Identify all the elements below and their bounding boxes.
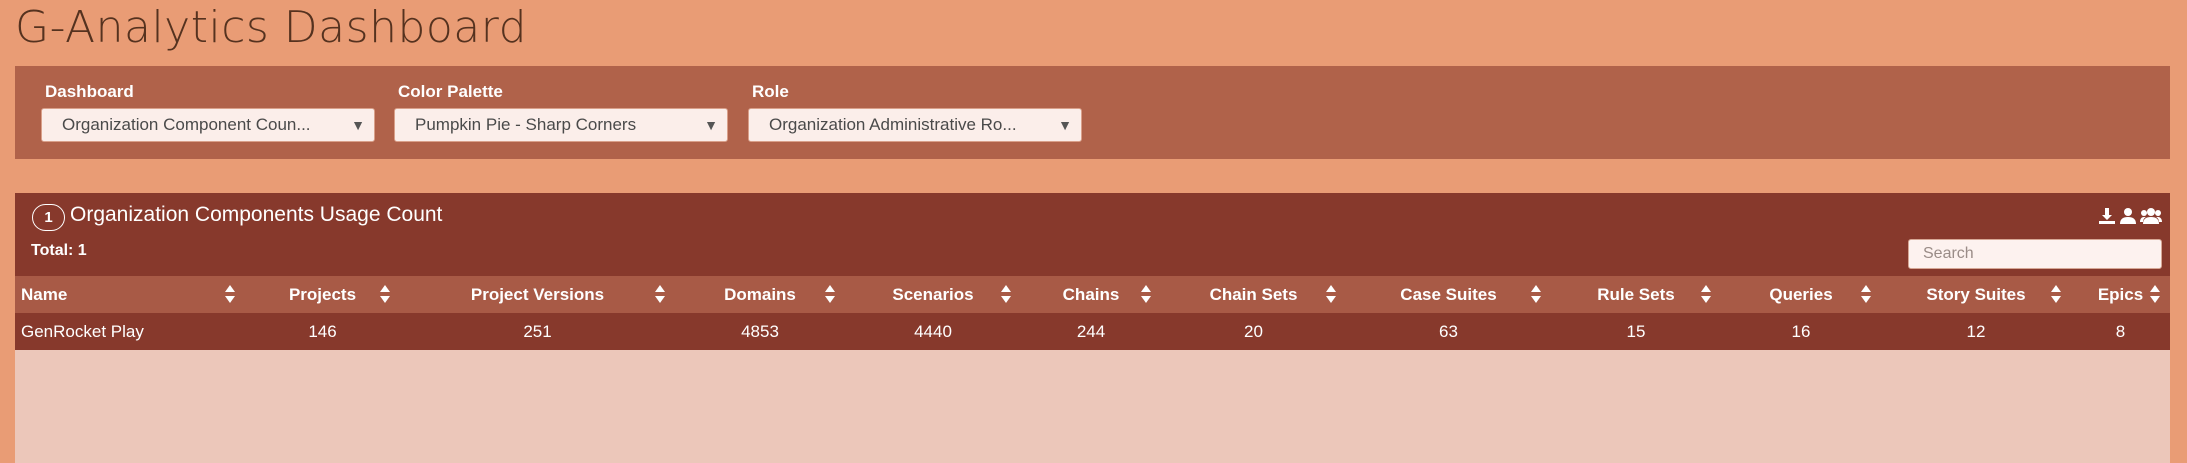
page-title: G-Analytics Dashboard xyxy=(15,2,528,53)
column-header-label: Scenarios xyxy=(892,284,974,304)
role-select-value: Organization Administrative Ro... xyxy=(769,115,1017,134)
usage-table: Name Projects Project Versions Domains Scena… xyxy=(15,276,2170,350)
users-icon[interactable] xyxy=(2140,207,2162,225)
sort-icon[interactable] xyxy=(380,285,390,303)
table-row[interactable]: GenRocket Play 146 251 4853 4440 244 20 63 15 16 1… xyxy=(15,313,2170,350)
panel-number-badge: 1 xyxy=(32,204,65,231)
column-header-label: Project Versions xyxy=(470,284,605,304)
table-cell: GenRocket Play xyxy=(21,321,144,341)
sort-icon[interactable] xyxy=(225,285,235,303)
column-header-label: Chains xyxy=(1062,284,1120,304)
sort-icon[interactable] xyxy=(1861,285,1871,303)
column-header-label: Rule Sets xyxy=(1597,284,1675,304)
column-header-label: Name xyxy=(21,284,68,304)
sort-icon[interactable] xyxy=(1141,285,1151,303)
filter-bar: Dashboard Organization Component Coun...… xyxy=(15,66,2170,159)
chevron-down-icon: ▼ xyxy=(1058,117,1072,133)
panel-header: 1 Organization Components Usage Count To… xyxy=(15,193,2170,276)
sort-icon[interactable] xyxy=(1001,285,1011,303)
chevron-down-icon: ▼ xyxy=(704,117,718,133)
sort-icon[interactable] xyxy=(2051,285,2061,303)
panel-actions xyxy=(2098,207,2162,225)
dashboard-select-value: Organization Component Coun... xyxy=(62,115,311,134)
column-header-rule-sets[interactable]: Rule Sets xyxy=(1551,276,1721,313)
column-header-queries[interactable]: Queries xyxy=(1721,276,1881,313)
chevron-down-icon: ▼ xyxy=(351,117,365,133)
sort-icon[interactable] xyxy=(1531,285,1541,303)
column-header-epics[interactable]: Epics xyxy=(2071,276,2170,313)
column-header-label: Case Suites xyxy=(1400,284,1497,304)
column-header-label: Queries xyxy=(1769,284,1833,304)
table-cell: 251 xyxy=(523,321,552,341)
table-cell: 4440 xyxy=(914,321,952,341)
color-palette-label: Color Palette xyxy=(398,82,503,101)
dashboard-filter: Dashboard Organization Component Coun...… xyxy=(15,82,375,142)
column-header-chains[interactable]: Chains xyxy=(1021,276,1161,313)
usage-count-panel: 1 Organization Components Usage Count To… xyxy=(15,193,2170,463)
column-header-chain-sets[interactable]: Chain Sets xyxy=(1161,276,1346,313)
table-cell: 4853 xyxy=(741,321,779,341)
column-header-project-versions[interactable]: Project Versions xyxy=(400,276,675,313)
column-header-name[interactable]: Name xyxy=(15,276,245,313)
table-cell: 8 xyxy=(2115,321,2126,341)
table-cell: 244 xyxy=(1076,321,1106,341)
column-header-case-suites[interactable]: Case Suites xyxy=(1346,276,1551,313)
panel-total: Total: 1 xyxy=(31,242,87,259)
column-header-label: Projects xyxy=(288,284,357,304)
sort-icon[interactable] xyxy=(655,285,665,303)
search-input[interactable] xyxy=(1908,239,2162,269)
table-cell: 20 xyxy=(1244,321,1263,341)
sort-icon[interactable] xyxy=(2150,285,2160,303)
table-cell: 63 xyxy=(1439,321,1458,341)
table-cell: 12 xyxy=(1966,321,1986,341)
column-header-scenarios[interactable]: Scenarios xyxy=(845,276,1021,313)
color-palette-filter: Color Palette Pumpkin Pie - Sharp Corner… xyxy=(368,82,728,142)
sort-icon[interactable] xyxy=(825,285,835,303)
column-header-story-suites[interactable]: Story Suites xyxy=(1881,276,2071,313)
role-label: Role xyxy=(752,82,789,101)
dashboard-label: Dashboard xyxy=(45,82,134,101)
user-icon[interactable] xyxy=(2120,207,2136,225)
table-cell: 15 xyxy=(1626,321,1646,341)
column-header-domains[interactable]: Domains xyxy=(675,276,845,313)
download-icon[interactable] xyxy=(2098,207,2116,225)
sort-icon[interactable] xyxy=(1326,285,1336,303)
panel-title: Organization Components Usage Count xyxy=(70,203,443,226)
sort-icon[interactable] xyxy=(1701,285,1711,303)
column-header-label: Story Suites xyxy=(1926,284,2026,304)
dashboard-select[interactable]: Organization Component Coun... ▼ xyxy=(41,108,375,142)
column-header-label: Chain Sets xyxy=(1209,284,1298,304)
color-palette-select[interactable]: Pumpkin Pie - Sharp Corners ▼ xyxy=(394,108,728,142)
table-header-row: Name Projects Project Versions Domains Scena… xyxy=(15,276,2170,313)
column-header-projects[interactable]: Projects xyxy=(245,276,400,313)
color-palette-select-value: Pumpkin Pie - Sharp Corners xyxy=(415,115,637,134)
column-header-label: Epics xyxy=(2097,284,2144,304)
column-header-label: Domains xyxy=(724,284,796,304)
role-filter: Role Organization Administrative Ro... ▼ xyxy=(722,82,1082,142)
table-cell: 16 xyxy=(1791,321,1811,341)
table-cell: 146 xyxy=(308,321,337,341)
role-select[interactable]: Organization Administrative Ro... ▼ xyxy=(748,108,1082,142)
